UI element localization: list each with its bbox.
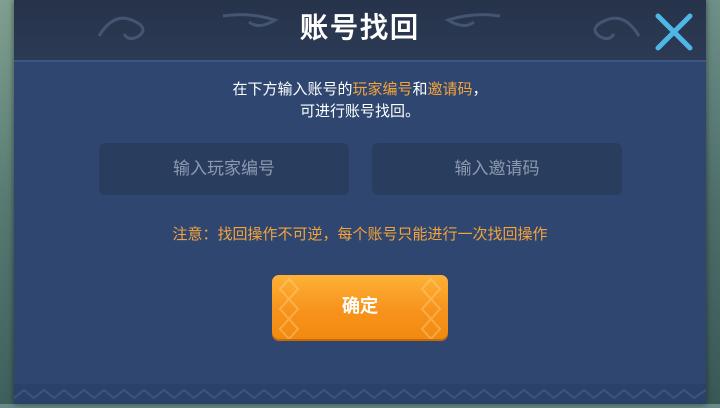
backdrop-left (0, 0, 14, 404)
highlight-player-id: 玩家编号 (352, 80, 413, 98)
dialog-header: 账号找回 (14, 0, 706, 62)
instruction-line-2: 可进行账号找回。 (299, 102, 420, 120)
warning-notice: 注意：找回操作不可逆，每个账号只能进行一次找回操作 (172, 225, 548, 243)
close-button[interactable] (652, 10, 696, 54)
account-recovery-dialog: 账号找回 在下方输入账号的玩家编号和邀请码， 可进行账号找回。 注意：找回操作不… (13, 0, 707, 404)
close-x-icon (655, 13, 693, 51)
confirm-button-label: 确定 (342, 296, 378, 317)
dialog-title: 账号找回 (299, 11, 420, 44)
border-pattern-icon (13, 388, 707, 400)
instruction-line-1: 在下方输入账号的玩家编号和邀请码， (232, 80, 488, 98)
confirm-button[interactable]: 确定 (272, 275, 448, 339)
invite-code-input[interactable] (372, 143, 622, 195)
highlight-invite-code: 邀请码 (427, 80, 473, 98)
backdrop-right (706, 0, 720, 404)
player-id-input[interactable] (99, 143, 349, 195)
bottom-border-ornament (13, 384, 707, 404)
instruction-text: 在下方输入账号的玩家编号和邀请码， 可进行账号找回。 (14, 78, 706, 122)
